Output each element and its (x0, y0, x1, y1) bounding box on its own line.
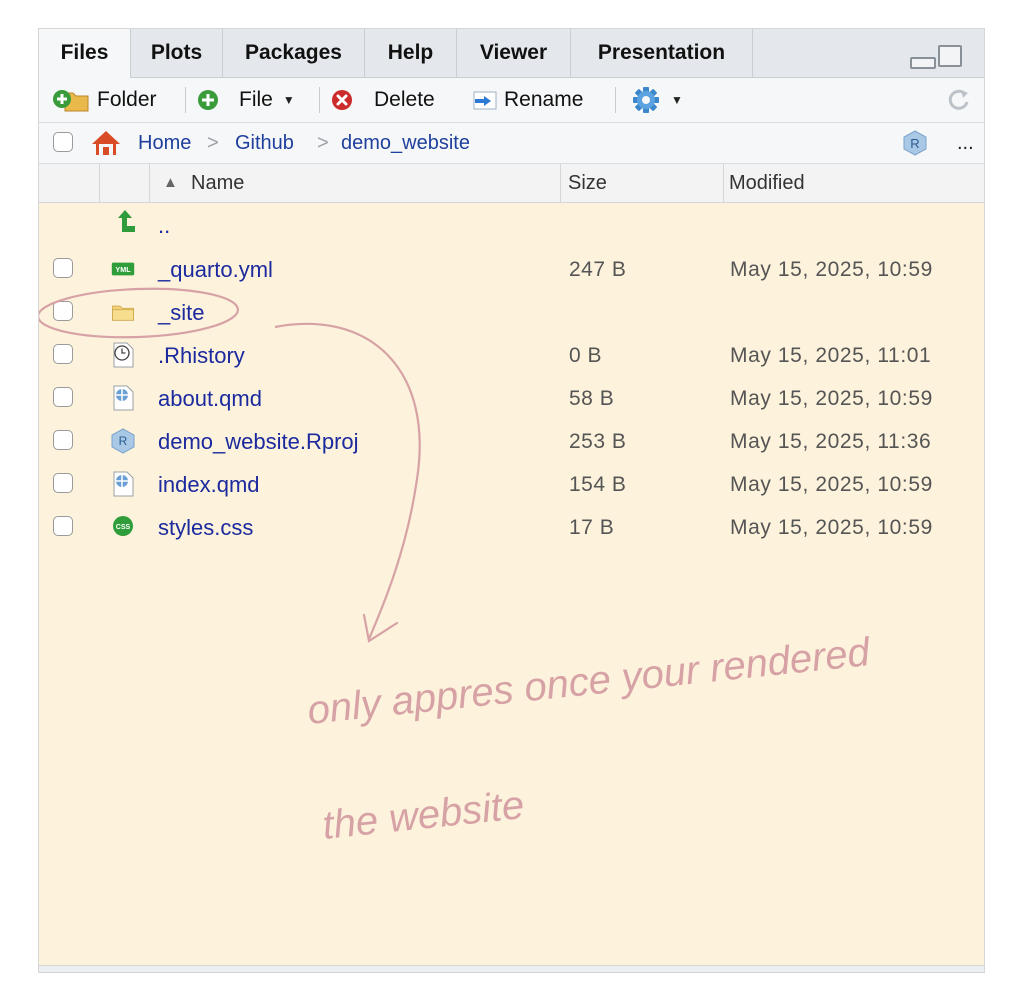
status-strip (39, 965, 984, 972)
files-pane: Files Plots Packages Help Viewer Present… (38, 28, 985, 973)
annotation-arrow-line (274, 322, 421, 640)
annotation-text-line2: the website (320, 783, 526, 848)
annotation-circle (39, 287, 240, 339)
handwritten-annotation: only appres once your rendered the websi… (39, 287, 873, 848)
annotation-text-line1: only appres once your rendered (305, 630, 873, 733)
annotation-arrow-head (362, 613, 399, 643)
